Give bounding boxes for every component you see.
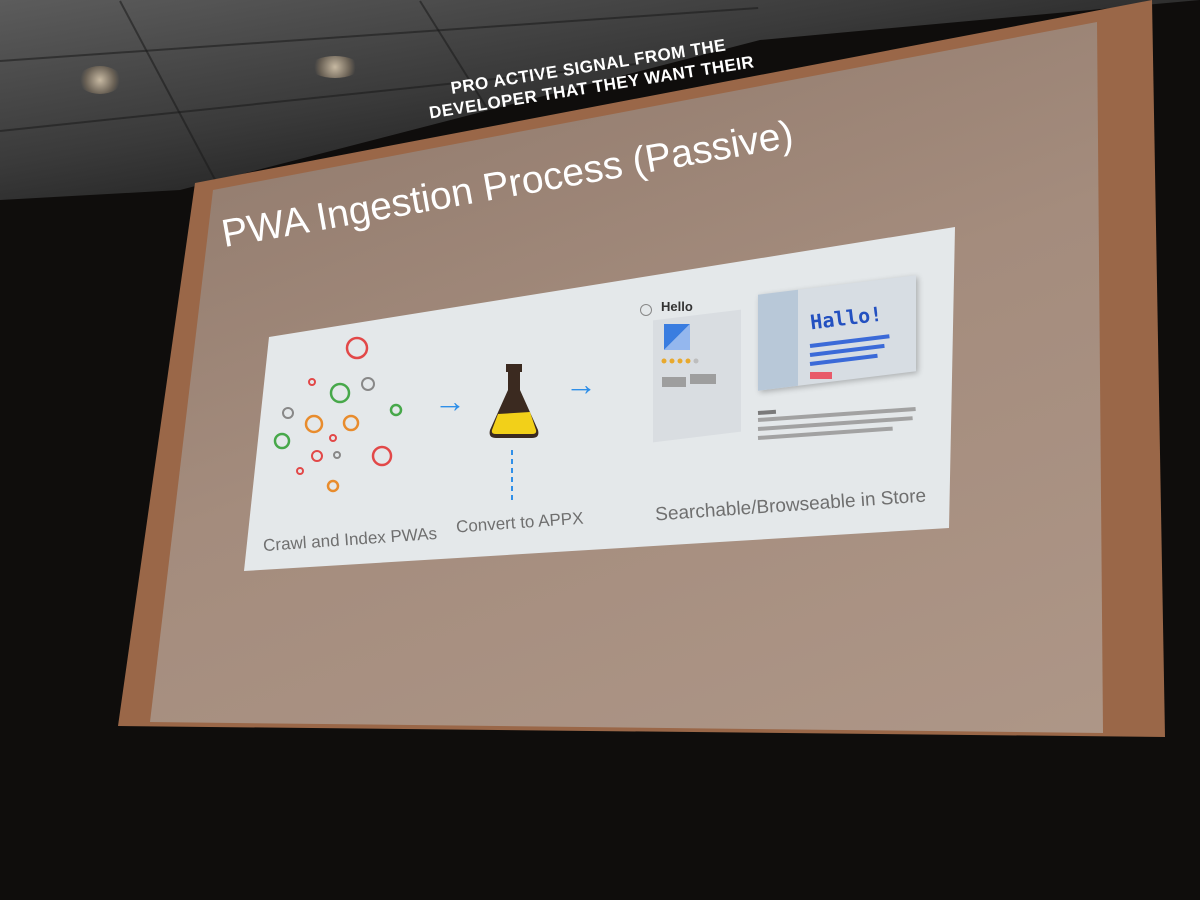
circle-mark [326, 479, 340, 493]
circle-mark [296, 467, 304, 475]
circle-mark [361, 377, 375, 391]
share-button-placeholder [690, 374, 716, 384]
circle-mark [304, 414, 324, 434]
back-circle-icon [640, 304, 652, 316]
app-logo-icon-shade [664, 324, 690, 350]
circle-mark [311, 450, 323, 462]
preview-badge [810, 372, 832, 379]
circle-mark [329, 434, 337, 442]
circle-mark [345, 336, 369, 360]
circle-mark [342, 414, 360, 432]
circles-cluster-icon [273, 336, 403, 493]
app-screenshot-preview [758, 275, 916, 391]
circle-mark [333, 451, 341, 459]
install-button-placeholder [662, 377, 686, 387]
circle-mark [371, 445, 393, 467]
arrow-right-icon: → [434, 383, 466, 419]
rating-stars-icon [661, 358, 699, 364]
circle-mark [282, 407, 294, 419]
flask-icon [489, 364, 539, 500]
arrow-right-icon: → [565, 366, 597, 402]
ceiling-light [78, 66, 122, 94]
circle-mark [273, 432, 291, 450]
listing-app-name: Hello [661, 299, 693, 314]
circle-mark [389, 403, 403, 417]
ceiling-light [310, 56, 360, 78]
circle-mark [308, 378, 316, 386]
circle-mark [329, 382, 351, 404]
